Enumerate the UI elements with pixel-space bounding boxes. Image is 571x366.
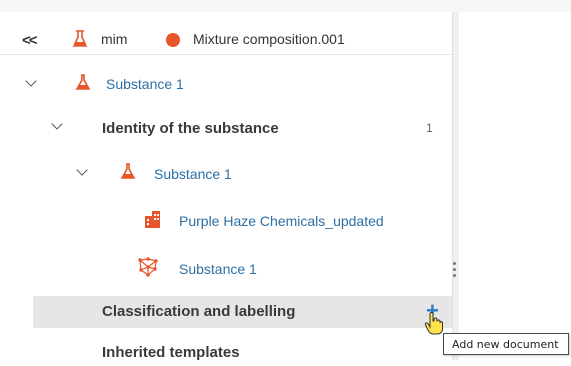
section-title[interactable]: Inherited templates [102, 344, 240, 361]
molecule-icon [138, 257, 158, 277]
chevron-down-icon[interactable] [76, 164, 88, 176]
mixture-flask-icon [73, 30, 87, 47]
tree-item-identity[interactable]: Identity of the substance 1 [0, 116, 452, 142]
flask-icon [120, 163, 136, 179]
hand-pointer-icon [424, 312, 443, 335]
top-strip [0, 0, 571, 12]
tree-item-label[interactable]: Purple Haze Chemicals_updated [179, 213, 384, 229]
tree-item-inherited[interactable]: Inherited templates [0, 340, 452, 366]
tree-item-label[interactable]: Substance 1 [179, 261, 257, 277]
tree-item-sub-substance[interactable]: Substance 1 [0, 162, 452, 188]
tree-item-label[interactable]: Substance 1 [154, 166, 232, 182]
count-badge: 1 [426, 121, 433, 135]
section-title[interactable]: Classification and labelling [102, 303, 295, 320]
header-row: << mim Mixture composition.001 [0, 26, 452, 55]
tree-item-substance[interactable]: Substance 1 [0, 71, 452, 97]
tooltip: Add new document [443, 333, 569, 355]
context-title: Mixture composition.001 [193, 31, 345, 47]
tree-item-company[interactable]: Purple Haze Chemicals_updated [0, 210, 452, 236]
panel-resize-handle[interactable] [452, 12, 459, 360]
user-label: mim [101, 31, 128, 47]
building-icon [145, 211, 160, 228]
flask-icon [75, 74, 91, 90]
tree-item-classification[interactable]: Classification and labelling [33, 296, 452, 328]
tree-item-reference[interactable]: Substance 1 [0, 257, 452, 283]
drag-dots-icon[interactable] [453, 262, 457, 280]
section-title[interactable]: Identity of the substance [102, 120, 279, 137]
tree-panel: << mim Mixture composition.001 Substance… [0, 12, 452, 361]
chevron-down-icon[interactable] [25, 75, 37, 87]
collapse-panel-button[interactable]: << [22, 32, 37, 49]
chevron-down-icon[interactable] [51, 118, 63, 130]
tree-item-label[interactable]: Substance 1 [106, 76, 184, 92]
status-dot-icon [166, 33, 180, 47]
